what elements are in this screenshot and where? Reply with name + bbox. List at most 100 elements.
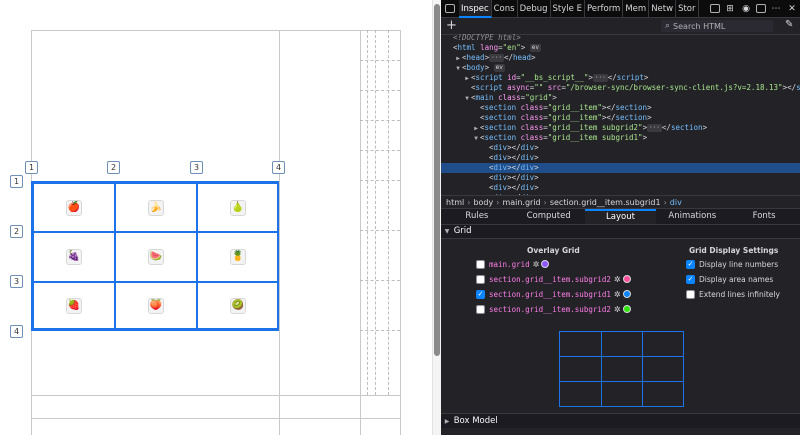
markup-node[interactable]: ▼ <section class="grid__item subgrid1">: [441, 133, 800, 143]
highlight-element-icon[interactable]: ✲: [614, 305, 621, 314]
overlay-grid-label[interactable]: section.grid__item.subgrid1: [489, 290, 611, 299]
setting-checkbox[interactable]: ✓: [686, 274, 695, 284]
markup-node[interactable]: <div></div>: [441, 143, 800, 153]
breadcrumb-item[interactable]: section.grid__item.subgrid1: [548, 198, 663, 207]
tab-layout[interactable]: Layout: [584, 209, 657, 224]
tab-storage[interactable]: Stor: [676, 0, 699, 18]
tab-style-editor[interactable]: Style E: [551, 0, 585, 18]
tab-debugger[interactable]: Debug: [518, 0, 551, 18]
markup-node[interactable]: <div></div>: [441, 163, 800, 173]
grid-cell[interactable]: 🍐: [197, 183, 279, 232]
markup-node[interactable]: <html lang="en"> ev: [441, 43, 800, 53]
chevron-down-icon[interactable]: ▼: [454, 64, 462, 73]
search-html-input[interactable]: [673, 21, 764, 31]
event-badge[interactable]: ev: [493, 64, 505, 72]
breadcrumb-item[interactable]: div: [668, 198, 684, 207]
chevron-right-icon[interactable]: ▶: [472, 124, 480, 133]
tab-inspector[interactable]: Inspec: [459, 0, 492, 18]
markup-token: head: [512, 53, 532, 62]
markup-token: "grid__item subgrid1": [547, 133, 643, 142]
grid-color-swatch[interactable]: [622, 290, 631, 298]
responsive-design-icon[interactable]: [710, 4, 720, 13]
event-badge[interactable]: ev: [529, 44, 541, 52]
grid-setting-item: Extend lines infinitely: [686, 288, 780, 300]
overlay-grid-label[interactable]: section.grid__item.subgrid2: [489, 305, 611, 314]
grid-color-swatch[interactable]: [541, 260, 550, 268]
chevron-right-icon[interactable]: ▶: [463, 74, 471, 83]
markup-node[interactable]: <section class="grid__item"></section>: [441, 113, 800, 123]
chevron-right-icon[interactable]: ▶: [454, 54, 462, 63]
element-picker-icon[interactable]: [445, 4, 455, 13]
markup-token: <!DOCTYPE html>: [453, 33, 521, 42]
overlay-checkbox[interactable]: ✓: [476, 289, 485, 299]
collapsed-content-pill[interactable]: ···: [592, 74, 608, 82]
grid-cell[interactable]: 🍇: [33, 232, 115, 282]
add-node-icon[interactable]: +: [446, 19, 457, 33]
grid-section-header[interactable]: ▼ Grid: [441, 225, 800, 239]
setting-checkbox[interactable]: [686, 289, 695, 299]
tab-animations[interactable]: Animations: [656, 209, 728, 224]
breadcrumb-item[interactable]: html: [441, 198, 466, 207]
markup-node[interactable]: ▼ <body> ev: [441, 63, 800, 73]
grid-color-swatch[interactable]: [622, 305, 631, 313]
viewport-scrollbar[interactable]: [432, 0, 441, 435]
tab-fonts[interactable]: Fonts: [728, 209, 800, 224]
box-model-header[interactable]: ▶ Box Model: [441, 413, 800, 428]
markup-node[interactable]: ▶ <section class="grid__item subgrid2"> ··…: [441, 123, 800, 133]
setting-label[interactable]: Display line numbers: [699, 260, 778, 269]
setting-label[interactable]: Extend lines infinitely: [699, 290, 780, 299]
grid-cell[interactable]: 🍑: [115, 282, 197, 329]
grid-cell[interactable]: 🍉: [115, 232, 197, 282]
grid-cell[interactable]: 🍍: [197, 232, 279, 282]
grid-cell[interactable]: 🍌: [115, 183, 197, 232]
highlight-element-icon[interactable]: ✲: [614, 290, 621, 299]
tab-memory[interactable]: Mem: [623, 0, 650, 18]
markup-node[interactable]: ▼ <main class="grid">: [441, 93, 800, 103]
highlight-element-icon[interactable]: ✲: [533, 260, 540, 269]
markup-node[interactable]: <div></div>: [441, 173, 800, 183]
markup-node[interactable]: <div></div>: [441, 183, 800, 193]
overlay-grid-label[interactable]: section.grid__item.subgrid2: [489, 275, 611, 284]
markup-token: div: [493, 153, 508, 162]
chevron-down-icon[interactable]: ▼: [472, 134, 480, 143]
overlay-checkbox[interactable]: [476, 274, 485, 284]
markup-node[interactable]: ▶ <head> ··· </head>: [441, 53, 800, 63]
close-icon[interactable]: ✕: [786, 3, 798, 15]
rulers-icon[interactable]: ⊞: [724, 3, 736, 15]
overlay-checkbox[interactable]: [476, 259, 485, 269]
highlight-element-icon[interactable]: ✲: [614, 275, 621, 284]
eyedropper-icon[interactable]: ✎: [785, 19, 793, 30]
markup-node[interactable]: ▶ <script id="__bs_script__"> ··· </script>: [441, 73, 800, 83]
grid-cell[interactable]: 🍓: [33, 282, 115, 329]
tab-network[interactable]: Netw: [649, 0, 677, 18]
collapsed-content-pill[interactable]: ···: [647, 124, 662, 132]
grid-color-swatch[interactable]: [622, 275, 631, 283]
overlay-grid-label[interactable]: main.grid: [489, 260, 530, 269]
markup-token: >: [534, 143, 539, 152]
search-html-box[interactable]: ⌕: [661, 20, 773, 32]
tab-rules[interactable]: Rules: [441, 209, 513, 224]
markup-token: section: [670, 123, 703, 132]
tab-console[interactable]: Cons: [492, 0, 518, 18]
setting-label[interactable]: Display area names: [699, 275, 773, 284]
scrollbar-thumb[interactable]: [434, 4, 440, 356]
grid-line-dashed: [367, 30, 368, 395]
breadcrumb-item[interactable]: main.grid: [500, 198, 542, 207]
overflow-menu-icon[interactable]: ⋯: [770, 3, 782, 15]
markup-node[interactable]: <!DOCTYPE html>: [441, 33, 800, 43]
grid-cell[interactable]: 🍎: [33, 183, 115, 232]
tab-computed[interactable]: Computed: [513, 209, 585, 224]
markup-node[interactable]: <section class="grid__item"></section>: [441, 103, 800, 113]
breadcrumb-item[interactable]: body: [471, 198, 495, 207]
markup-token: ></: [507, 163, 521, 172]
dock-toggle-icon[interactable]: [756, 4, 766, 13]
setting-checkbox[interactable]: ✓: [686, 259, 695, 269]
screenshot-icon[interactable]: ◉: [740, 3, 752, 15]
markup-node[interactable]: <script async="" src="/browser-sync/brow…: [441, 83, 800, 93]
chevron-down-icon[interactable]: ▼: [463, 94, 471, 103]
markup-node[interactable]: <div></div>: [441, 153, 800, 163]
grid-cell[interactable]: 🥝: [197, 282, 279, 329]
overlay-checkbox[interactable]: [476, 304, 485, 314]
tab-performance[interactable]: Perform: [585, 0, 624, 18]
collapsed-content-pill[interactable]: ···: [489, 54, 504, 62]
